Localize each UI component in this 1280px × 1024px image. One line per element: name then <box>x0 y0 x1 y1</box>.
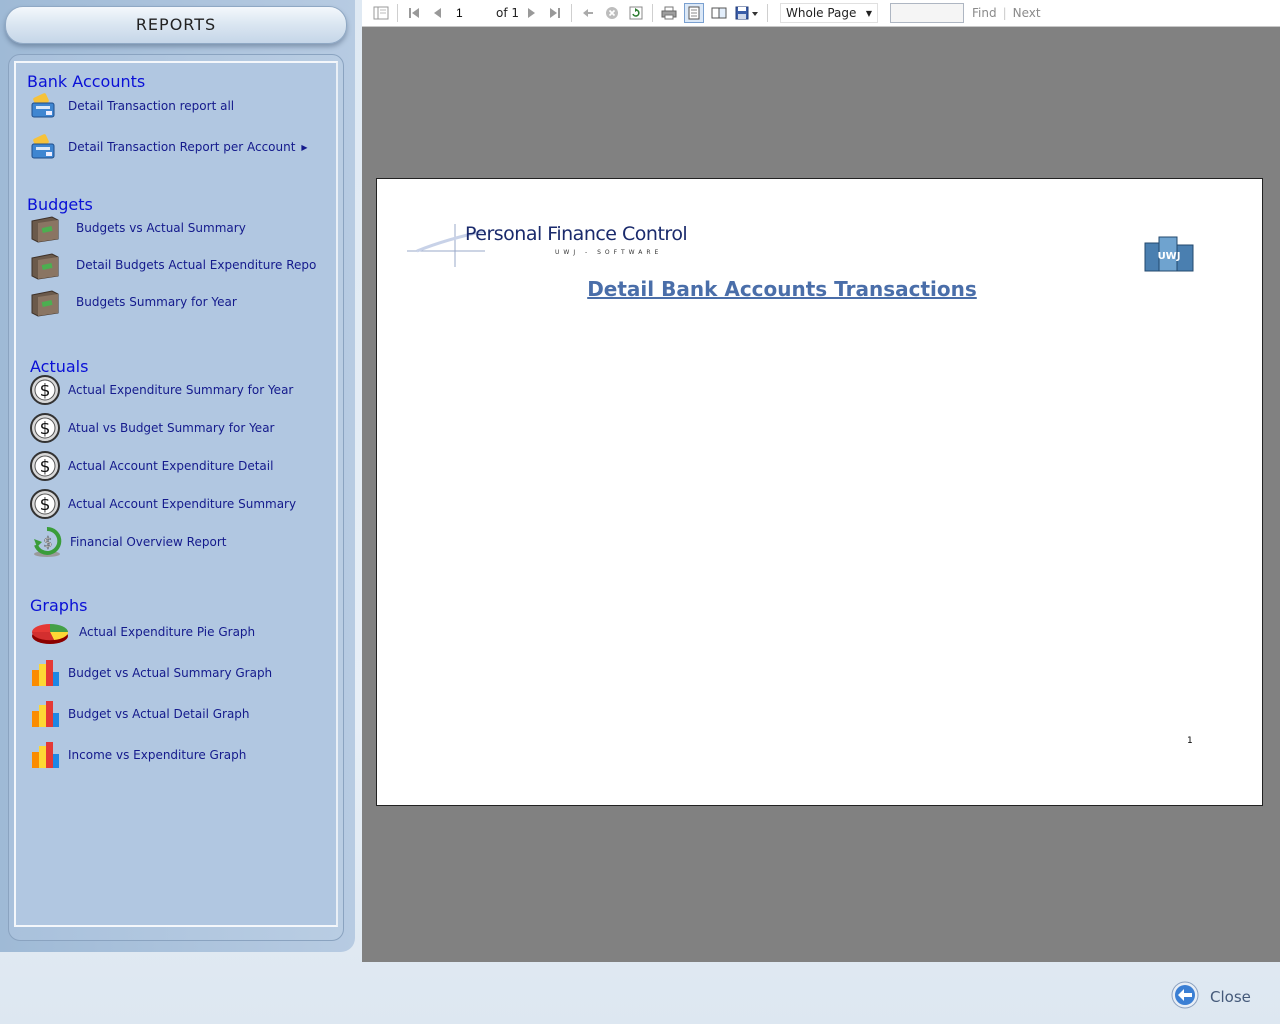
dollar-coin-icon: $ <box>28 411 62 445</box>
page-setup-icon[interactable] <box>710 4 728 22</box>
zoom-value: Whole Page <box>786 6 857 20</box>
refresh-icon[interactable] <box>627 4 645 22</box>
report-page-number: 1 <box>1187 736 1193 746</box>
company-badge-text: UWJ <box>1158 251 1181 262</box>
logo-subtitle: UWJ - SOFTWARE <box>555 249 663 256</box>
stop-icon[interactable] <box>603 4 621 22</box>
section-title-graphs: Graphs <box>30 596 88 615</box>
toolbar-separator <box>571 4 573 22</box>
menu-item-budgets-vs-actual-summary[interactable]: Budgets vs Actual Summary <box>28 213 246 243</box>
toolbar-separator <box>767 4 769 22</box>
document-map-icon[interactable] <box>372 4 390 22</box>
first-page-icon[interactable] <box>405 4 423 22</box>
toolbar-separator <box>652 4 654 22</box>
menu-item-atual-vs-budget-summary[interactable]: $ Atual vs Budget Summary for Year <box>28 413 274 443</box>
dollar-cycle-icon: $ <box>30 525 64 559</box>
close-button[interactable]: Close <box>1170 980 1251 1013</box>
menu-item-financial-overview-report[interactable]: $ Financial Overview Report <box>30 525 227 559</box>
toolbar-separator: | <box>1002 6 1007 20</box>
bar-chart-icon <box>28 697 62 731</box>
svg-text:$: $ <box>44 535 53 551</box>
menu-item-label: Budgets Summary for Year <box>76 295 237 309</box>
back-arrow-icon <box>1170 980 1200 1013</box>
close-label: Close <box>1210 987 1251 1006</box>
report-menu: Bank Accounts Detail Transaction report … <box>14 61 338 927</box>
pie-chart-icon <box>30 615 70 649</box>
menu-item-label: Financial Overview Report <box>70 535 227 549</box>
menu-item-label: Budgets vs Actual Summary <box>76 221 246 235</box>
svg-text:$: $ <box>40 381 51 401</box>
find-link[interactable]: Find <box>972 6 997 20</box>
wallet-card-icon <box>28 89 62 123</box>
menu-item-detail-transaction-per-account[interactable]: Detail Transaction Report per Account ▶ <box>28 132 308 162</box>
menu-item-label: Detail Transaction report all <box>68 99 235 113</box>
safe-box-icon <box>28 211 62 245</box>
next-link[interactable]: Next <box>1013 6 1041 20</box>
zoom-dropdown[interactable]: Whole Page ▼ <box>780 3 879 23</box>
menu-item-detail-budgets-actual-expenditure[interactable]: Detail Budgets Actual Expenditure Repo <box>28 250 316 280</box>
previous-page-icon[interactable] <box>429 4 447 22</box>
menu-item-label: Detail Transaction Report per Account <box>68 140 296 154</box>
export-save-icon[interactable] <box>734 4 760 22</box>
reports-panel: REPORTS Bank Accounts Detail Transaction… <box>0 0 355 952</box>
menu-item-label: Actual Expenditure Summary for Year <box>68 383 294 397</box>
menu-item-label: Atual vs Budget Summary for Year <box>68 421 275 435</box>
logo-text: Personal Finance Control <box>465 223 688 245</box>
report-menu-frame: Bank Accounts Detail Transaction report … <box>8 54 344 941</box>
svg-text:$: $ <box>40 495 51 515</box>
menu-item-label: Income vs Expenditure Graph <box>68 748 247 762</box>
safe-box-icon <box>28 248 62 282</box>
svg-text:$: $ <box>40 419 51 439</box>
last-page-icon[interactable] <box>546 4 564 22</box>
page-number-input[interactable] <box>456 5 486 21</box>
print-icon[interactable] <box>660 4 678 22</box>
page-count-label: of 1 <box>496 6 520 20</box>
submenu-arrow-icon: ▶ <box>301 142 308 152</box>
menu-item-actual-account-expenditure-detail[interactable]: $ Actual Account Expenditure Detail <box>28 451 273 481</box>
bar-chart-icon <box>28 738 62 772</box>
dollar-coin-icon: $ <box>28 373 62 407</box>
report-viewer: Personal Finance Control UWJ - SOFTWARE … <box>362 27 1280 962</box>
report-title: Detail Bank Accounts Transactions <box>587 277 977 301</box>
menu-item-label: Actual Account Expenditure Summary <box>68 497 297 511</box>
next-page-icon[interactable] <box>522 4 540 22</box>
reports-header: REPORTS <box>5 6 347 44</box>
menu-item-budget-vs-actual-detail-graph[interactable]: Budget vs Actual Detail Graph <box>28 699 250 729</box>
dollar-coin-icon: $ <box>28 449 62 483</box>
menu-item-budget-vs-actual-summary-graph[interactable]: Budget vs Actual Summary Graph <box>28 658 272 688</box>
print-layout-icon[interactable] <box>684 3 705 23</box>
report-page: Personal Finance Control UWJ - SOFTWARE … <box>376 178 1263 806</box>
menu-item-label: Actual Account Expenditure Detail <box>68 459 274 473</box>
menu-item-budgets-summary-for-year[interactable]: Budgets Summary for Year <box>28 287 237 317</box>
menu-item-label: Budget vs Actual Summary Graph <box>68 666 273 680</box>
find-input[interactable] <box>890 3 965 23</box>
company-logo-icon: UWJ <box>1141 233 1197 273</box>
bar-chart-icon <box>28 656 62 690</box>
menu-item-actual-account-expenditure-summary[interactable]: $ Actual Account Expenditure Summary <box>28 489 296 519</box>
menu-item-income-vs-expenditure-graph[interactable]: Income vs Expenditure Graph <box>28 740 246 770</box>
menu-item-label: Actual Expenditure Pie Graph <box>79 625 256 639</box>
report-toolbar: of 1 Whole Page ▼ Find | Next <box>362 0 1280 27</box>
safe-box-icon <box>28 285 62 319</box>
dollar-coin-icon: $ <box>28 487 62 521</box>
chevron-down-icon: ▼ <box>865 8 873 18</box>
reports-title: REPORTS <box>135 15 217 34</box>
menu-item-label: Budget vs Actual Detail Graph <box>68 707 250 721</box>
toolbar-separator <box>397 4 398 22</box>
menu-item-detail-transaction-all[interactable]: Detail Transaction report all <box>28 91 234 121</box>
back-icon[interactable] <box>579 4 597 22</box>
wallet-card-icon <box>28 130 62 164</box>
menu-item-label: Detail Budgets Actual Expenditure Repo <box>76 258 317 272</box>
menu-item-actual-expenditure-pie-graph[interactable]: Actual Expenditure Pie Graph <box>30 617 255 647</box>
svg-text:$: $ <box>40 457 51 477</box>
menu-item-actual-expenditure-summary-year[interactable]: $ Actual Expenditure Summary for Year <box>28 375 293 405</box>
